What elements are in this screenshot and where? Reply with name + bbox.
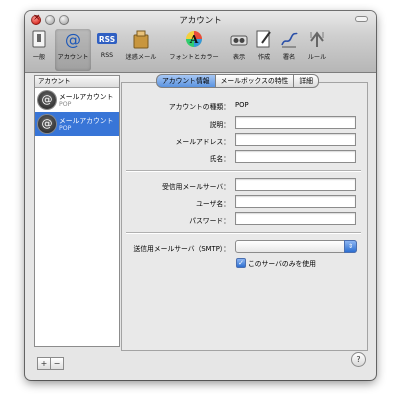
toolbar-label: 表示 <box>232 54 246 61</box>
toolbar-label: アカウント <box>57 54 89 61</box>
toolbar-general-button[interactable]: 一般 <box>29 29 49 71</box>
only-this-server-checkbox[interactable]: ✓ <box>236 258 246 268</box>
account-add-remove: + − <box>37 351 64 370</box>
incoming-server-field[interactable] <box>235 178 356 191</box>
toolbar-rss-button[interactable]: RSS RSS <box>96 29 118 71</box>
tab-account-information[interactable]: アカウント情報 <box>156 74 216 88</box>
account-item-selected[interactable]: @ メールアカウント POP <box>35 112 119 136</box>
full-name-field[interactable] <box>235 150 356 163</box>
account-name: メールアカウント <box>59 117 114 125</box>
rules-icon <box>307 29 327 49</box>
smtp-server-popup[interactable]: ⇕ <box>235 240 357 253</box>
tab-advanced[interactable]: 詳細 <box>293 74 319 88</box>
account-type: POP <box>59 125 72 132</box>
toolbar-composing-button[interactable]: 作成 <box>254 29 274 71</box>
preferences-window: アカウント 一般 @ アカウント RSS RSS <box>25 11 376 380</box>
incoming-server-label: 受信用メールサーバ： <box>162 183 230 191</box>
toolbar-viewing-button[interactable]: 表示 <box>229 29 249 71</box>
title-bar: アカウント 一般 @ アカウント RSS RSS <box>25 11 376 73</box>
junk-mail-icon <box>131 29 151 49</box>
switch-icon <box>29 29 49 49</box>
account-item[interactable]: @ メールアカウント POP <box>35 88 119 112</box>
only-this-server-label: このサーバのみを使用 <box>248 260 316 268</box>
composing-icon <box>254 29 274 49</box>
account-type: POP <box>59 101 72 108</box>
accounts-list: アカウント @ メールアカウント POP @ メールアカウント POP <box>34 75 120 347</box>
username-label: ユーザ名： <box>196 200 230 208</box>
popup-arrows-icon: ⇕ <box>344 240 357 253</box>
account-name: メールアカウント <box>59 93 114 101</box>
smtp-server-label: 送信用メールサーバ（SMTP）： <box>133 245 230 253</box>
window-title: アカウント <box>179 16 222 26</box>
toolbar-label: 署名 <box>282 54 296 61</box>
fonts-colors-icon-text: A <box>189 33 199 46</box>
full-name-label: 氏名： <box>209 155 230 163</box>
toolbar-label: 一般 <box>32 54 46 61</box>
viewing-icon <box>229 29 249 49</box>
password-field[interactable] <box>235 212 356 225</box>
account-type-value: POP <box>235 101 249 109</box>
separator <box>126 170 361 172</box>
description-field[interactable] <box>235 116 356 129</box>
password-label: パスワード： <box>189 217 230 225</box>
account-tabs: アカウント情報 メールボックスの特性 詳細 <box>156 74 319 88</box>
toolbar-label: ルール <box>307 54 327 61</box>
email-address-field[interactable] <box>235 133 356 146</box>
toolbar-label: RSS <box>100 52 114 59</box>
tab-mailbox-behaviors[interactable]: メールボックスの特性 <box>214 74 295 88</box>
description-label: 説明： <box>209 121 230 129</box>
toolbar-fonts-colors-button[interactable]: A フォントとカラー <box>165 29 223 71</box>
signature-icon <box>279 29 299 49</box>
email-address-label: メールアドレス： <box>175 138 230 146</box>
toolbar-label: フォントとカラー <box>169 54 219 61</box>
toolbar-junk-mail-button[interactable]: 迷惑メール <box>123 29 159 71</box>
account-type-label: アカウントの種類： <box>168 103 230 111</box>
fonts-colors-icon: A <box>184 29 204 49</box>
separator <box>126 232 361 234</box>
add-account-button[interactable]: + <box>37 357 51 370</box>
rss-icon: RSS <box>97 29 117 49</box>
remove-account-button[interactable]: − <box>50 357 64 370</box>
toolbar-label: 迷惑メール <box>125 54 157 61</box>
toolbar-toggle-button[interactable] <box>355 16 368 22</box>
toolbar-signatures-button[interactable]: 署名 <box>279 29 299 71</box>
mail-account-icon: @ <box>38 115 56 133</box>
accounts-list-header: アカウント <box>35 76 119 88</box>
toolbar-label: 作成 <box>257 54 271 61</box>
toolbar-accounts-button[interactable]: @ アカウント <box>55 29 91 71</box>
username-field[interactable] <box>235 195 356 208</box>
rss-icon-text: RSS <box>99 35 115 44</box>
toolbar-rules-button[interactable]: ルール <box>304 29 330 71</box>
svg-text:@: @ <box>65 30 81 49</box>
mail-account-icon: @ <box>38 91 56 109</box>
at-sign-icon: @ <box>63 29 83 49</box>
help-button[interactable]: ? <box>351 352 366 367</box>
